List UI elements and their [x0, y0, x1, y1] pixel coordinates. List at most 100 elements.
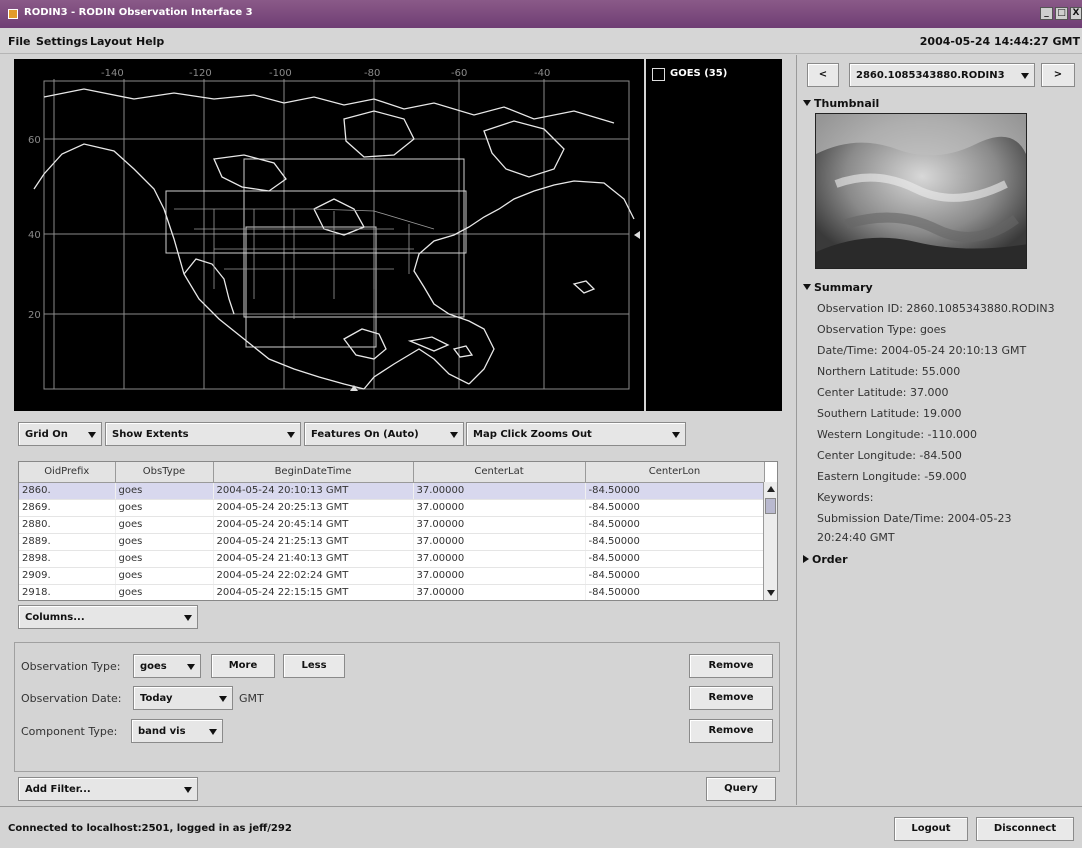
component-type-chevron-down-icon	[209, 729, 217, 735]
cell: -84.50000	[585, 550, 765, 568]
obs-type-value: goes	[140, 661, 167, 672]
menu-bar: File Settings Layout Help 2004-05-24 14:…	[0, 28, 1082, 54]
more-button[interactable]: More	[211, 654, 275, 678]
lon-label-40: -40	[534, 68, 550, 79]
remove-component-type-button[interactable]: Remove	[689, 719, 773, 743]
table-row[interactable]: 2918. goes 2004-05-24 22:15:15 GMT 37.00…	[19, 584, 765, 600]
scroll-down-icon[interactable]	[767, 590, 775, 596]
map-canvas[interactable]: -140 -120 -100 -80 -60 -40 60 40 20	[14, 59, 644, 411]
observation-chevron-down-icon	[1021, 73, 1029, 79]
prev-observation-button[interactable]: <	[807, 63, 839, 87]
menu-settings[interactable]: Settings	[36, 35, 88, 48]
col-obstype[interactable]: ObsType	[115, 462, 214, 483]
summary-header[interactable]: Summary	[803, 281, 873, 294]
scroll-up-icon[interactable]	[767, 486, 775, 492]
cell: 2004-05-24 21:25:13 GMT	[213, 533, 414, 551]
table-scrollbar[interactable]	[763, 482, 777, 600]
map-click-select[interactable]: Map Click Zooms Out	[466, 422, 686, 446]
col-oidprefix[interactable]: OidPrefix	[19, 462, 116, 483]
lat-label-40: 40	[28, 230, 41, 241]
cell: goes	[115, 550, 214, 568]
component-type-select[interactable]: band vis	[131, 719, 223, 743]
col-centerlon[interactable]: CenterLon	[585, 462, 765, 483]
grid-select[interactable]: Grid On	[18, 422, 102, 446]
remove-obs-date-button[interactable]: Remove	[689, 686, 773, 710]
cell: 2918.	[19, 584, 116, 600]
cell: 37.00000	[413, 533, 586, 551]
logout-button[interactable]: Logout	[894, 817, 968, 841]
summary-line: Center Longitude: -84.500	[817, 449, 962, 462]
summary-line: Center Latitude: 37.000	[817, 386, 949, 399]
less-button[interactable]: Less	[283, 654, 345, 678]
cell: 37.00000	[413, 516, 586, 534]
disconnect-button[interactable]: Disconnect	[976, 817, 1074, 841]
extents-select[interactable]: Show Extents	[105, 422, 301, 446]
detail-panel: < 2860.1085343880.RODIN3 > Thumbnail Sum…	[796, 55, 1082, 805]
features-chevron-down-icon	[450, 432, 458, 438]
map-view[interactable]: -140 -120 -100 -80 -60 -40 60 40 20	[14, 59, 644, 411]
summary-line: 20:24:40 GMT	[817, 531, 895, 544]
observation-select-value: 2860.1085343880.RODIN3	[856, 70, 1005, 81]
table-row[interactable]: 2889. goes 2004-05-24 21:25:13 GMT 37.00…	[19, 533, 765, 551]
title-bar: RODIN3 - RODIN Observation Interface 3 _…	[0, 0, 1082, 28]
map-click-chevron-down-icon	[672, 432, 680, 438]
next-observation-button[interactable]: >	[1041, 63, 1075, 87]
collapse-icon	[803, 555, 809, 563]
features-select[interactable]: Features On (Auto)	[304, 422, 464, 446]
satellite-list-panel: GOES (35)	[646, 59, 782, 411]
col-centerlat[interactable]: CenterLat	[413, 462, 586, 483]
cell: -84.50000	[585, 533, 765, 551]
cell: 37.00000	[413, 482, 586, 500]
cell: 2004-05-24 22:02:24 GMT	[213, 567, 414, 585]
menu-help[interactable]: Help	[136, 35, 164, 48]
filters-panel: Observation Type: goes More Less Remove …	[14, 642, 780, 772]
obs-type-select[interactable]: goes	[133, 654, 201, 678]
cell: 2004-05-24 20:45:14 GMT	[213, 516, 414, 534]
menu-file[interactable]: File	[8, 35, 31, 48]
cell: -84.50000	[585, 584, 765, 600]
cell: 37.00000	[413, 499, 586, 517]
col-begindatetime[interactable]: BeginDateTime	[213, 462, 414, 483]
scroll-thumb[interactable]	[765, 498, 776, 514]
summary-line: Eastern Longitude: -59.000	[817, 470, 967, 483]
order-header[interactable]: Order	[803, 553, 848, 566]
remove-obs-type-button[interactable]: Remove	[689, 654, 773, 678]
close-button[interactable]: X	[1070, 7, 1082, 20]
obs-date-select[interactable]: Today	[133, 686, 233, 710]
summary-line: Date/Time: 2004-05-24 20:10:13 GMT	[817, 344, 1027, 357]
add-filter-select[interactable]: Add Filter...	[18, 777, 198, 801]
cell: goes	[115, 499, 214, 517]
table-row[interactable]: 2880. goes 2004-05-24 20:45:14 GMT 37.00…	[19, 516, 765, 534]
summary-line: Keywords:	[817, 491, 874, 504]
summary-line: Observation ID: 2860.1085343880.RODIN3	[817, 302, 1055, 315]
clock-display: 2004-05-24 14:44:27 GMT	[919, 35, 1080, 48]
minimize-button[interactable]: _	[1040, 7, 1053, 20]
goes-checkbox[interactable]	[652, 68, 665, 81]
goes-label: GOES (35)	[670, 68, 728, 79]
obs-type-chevron-down-icon	[187, 664, 195, 670]
query-button[interactable]: Query	[706, 777, 776, 801]
cell: goes	[115, 516, 214, 534]
cell: 37.00000	[413, 584, 586, 600]
thumbnail-header[interactable]: Thumbnail	[803, 97, 879, 110]
table-row[interactable]: 2898. goes 2004-05-24 21:40:13 GMT 37.00…	[19, 550, 765, 568]
columns-select[interactable]: Columns...	[18, 605, 198, 629]
cell: 37.00000	[413, 567, 586, 585]
table-row[interactable]: 2860. goes 2004-05-24 20:10:13 GMT 37.00…	[19, 482, 765, 500]
obs-type-label: Observation Type:	[21, 660, 121, 673]
menu-layout[interactable]: Layout	[90, 35, 132, 48]
cell: 2004-05-24 20:10:13 GMT	[213, 482, 414, 500]
lat-label-60: 60	[28, 135, 41, 146]
features-select-label: Features On (Auto)	[311, 429, 419, 440]
observation-select[interactable]: 2860.1085343880.RODIN3	[849, 63, 1035, 87]
maximize-button[interactable]: □	[1055, 7, 1068, 20]
satellite-image	[816, 114, 1026, 268]
lon-label-80: -80	[364, 68, 380, 79]
obs-date-chevron-down-icon	[219, 696, 227, 702]
table-row[interactable]: 2869. goes 2004-05-24 20:25:13 GMT 37.00…	[19, 499, 765, 517]
cell: 2004-05-24 22:15:15 GMT	[213, 584, 414, 600]
extents-chevron-down-icon	[287, 432, 295, 438]
cell: 2880.	[19, 516, 116, 534]
table-row[interactable]: 2909. goes 2004-05-24 22:02:24 GMT 37.00…	[19, 567, 765, 585]
cell: 2898.	[19, 550, 116, 568]
